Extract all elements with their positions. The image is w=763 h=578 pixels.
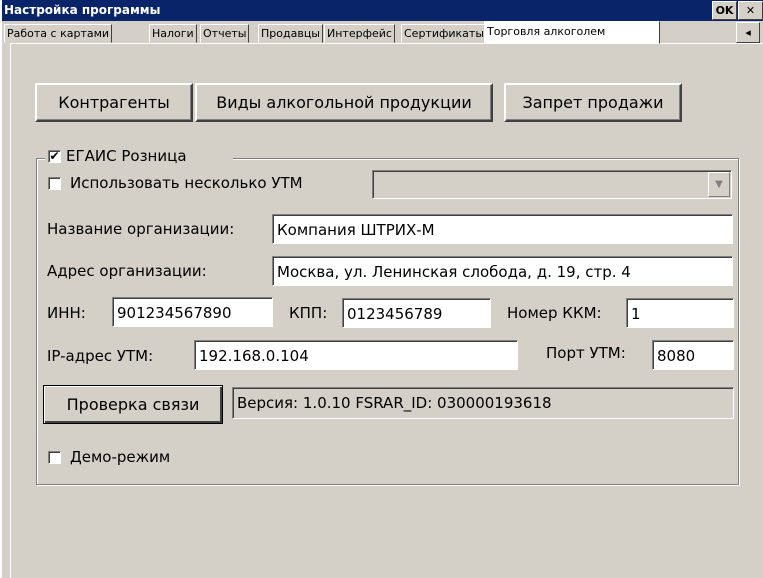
org-address-label: Адрес организации: — [47, 262, 207, 280]
ok-button[interactable]: OK — [712, 1, 737, 20]
inn-label: ИНН: — [47, 304, 86, 322]
window-title: Настройка программы — [4, 3, 161, 17]
title-bar: Настройка программы OK ✕ — [2, 0, 763, 21]
settings-window: Настройка программы OK ✕ Работа с картам… — [0, 0, 763, 578]
org-address-field[interactable]: Москва, ул. Ленинская слобода, д. 19, ст… — [272, 256, 733, 286]
tab-scroll-left-icon[interactable]: ◂ — [736, 22, 760, 43]
tab-alcohol[interactable]: Торговля алкоголем — [484, 21, 660, 44]
multi-utm-checkbox[interactable] — [48, 177, 61, 190]
utm-port-label: Порт УТМ: — [546, 344, 626, 362]
egais-checkbox[interactable]: ✔ — [48, 150, 61, 163]
demo-mode-checkbox[interactable] — [48, 451, 61, 464]
sale-ban-button[interactable]: Запрет продажи — [504, 83, 682, 122]
tab-certificates[interactable]: Сертификаты — [401, 24, 488, 43]
utm-ip-field[interactable]: 192.168.0.104 — [194, 340, 518, 370]
demo-mode-label: Демо-режим — [70, 448, 171, 466]
inn-field[interactable]: 901234567890 — [112, 297, 273, 327]
utm-port-field[interactable]: 8080 — [652, 340, 734, 370]
tab-taxes[interactable]: Налоги — [149, 24, 197, 43]
egais-group-label: ЕГАИС Розница — [66, 147, 187, 165]
kkm-field[interactable]: 1 — [626, 298, 734, 328]
version-field: Версия: 1.0.10 FSRAR_ID: 030000193618 — [232, 387, 734, 419]
kpp-label: КПП: — [289, 304, 328, 322]
org-name-label: Название организации: — [47, 220, 235, 238]
multi-utm-select[interactable] — [372, 170, 732, 199]
tab-cards[interactable]: Работа с картами — [4, 24, 113, 43]
alcohol-types-button[interactable]: Виды алкогольной продукции — [195, 83, 493, 122]
multi-utm-label: Использовать несколько УТМ — [70, 174, 303, 192]
tab-interface[interactable]: Интерфейс — [324, 24, 395, 43]
contractors-button[interactable]: Контрагенты — [35, 83, 193, 122]
tab-sellers[interactable]: Продавцы — [258, 24, 323, 43]
close-button[interactable]: ✕ — [738, 1, 763, 20]
utm-ip-label: IP-адрес УТМ: — [47, 347, 154, 365]
kkm-label: Номер ККМ: — [507, 304, 602, 322]
check-connection-button[interactable]: Проверка связи — [43, 385, 223, 424]
chevron-down-icon[interactable]: ▼ — [708, 172, 730, 197]
tab-reports[interactable]: Отчеты — [200, 24, 250, 43]
org-name-field[interactable]: Компания ШТРИХ-М — [272, 214, 733, 244]
kpp-field[interactable]: 0123456789 — [342, 298, 491, 328]
